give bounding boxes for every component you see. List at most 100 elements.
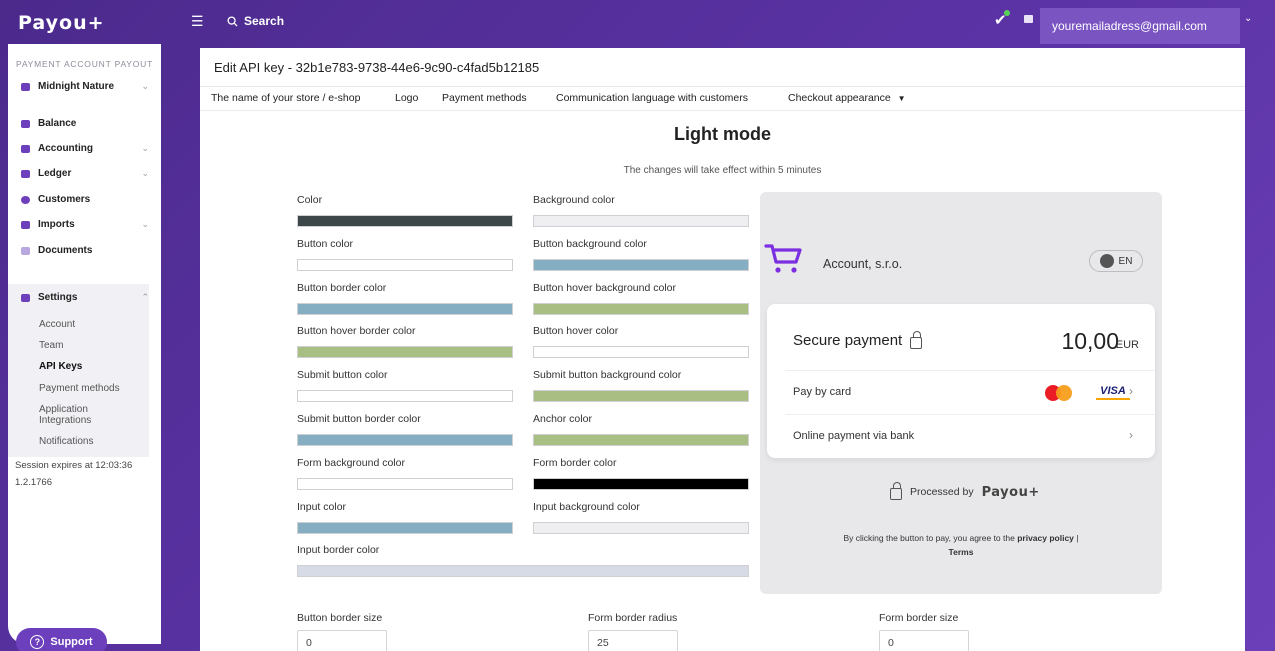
color-swatch-input[interactable] bbox=[297, 390, 513, 403]
sidebar-item-ledger[interactable]: Ledger ⌄ bbox=[21, 168, 149, 179]
customers-icon bbox=[21, 195, 30, 204]
color-field: Button color bbox=[297, 237, 513, 271]
color-swatch-input[interactable] bbox=[533, 215, 749, 227]
color-field: Button hover border color bbox=[297, 325, 513, 359]
terms-link[interactable]: Terms bbox=[949, 547, 974, 557]
color-field-label: Button background color bbox=[533, 237, 647, 250]
tab-payment-methods[interactable]: Payment methods bbox=[442, 92, 527, 104]
color-field: Button hover color bbox=[533, 325, 749, 359]
menu-icon[interactable]: ☰ bbox=[191, 13, 204, 30]
lock-icon bbox=[910, 330, 923, 349]
color-field-label: Form background color bbox=[297, 456, 405, 469]
online-bank-label: Online payment via bank bbox=[793, 430, 915, 442]
language-switcher[interactable]: EN bbox=[1089, 250, 1143, 272]
legal-prefix: By clicking the button to pay, you agree… bbox=[843, 533, 1015, 543]
sidebar-item-balance[interactable]: Balance bbox=[21, 118, 149, 129]
wallet-icon bbox=[21, 82, 30, 91]
ledger-icon bbox=[21, 169, 30, 178]
mastercard-icon bbox=[1045, 385, 1075, 401]
tab-logo[interactable]: Logo bbox=[395, 92, 418, 104]
secure-payment-label: Secure payment bbox=[793, 332, 903, 349]
color-swatch-input[interactable] bbox=[533, 346, 749, 359]
form-border-radius-label: Form border radius bbox=[588, 612, 678, 624]
lock-icon bbox=[890, 482, 902, 500]
color-field: Form border color bbox=[533, 457, 749, 490]
tab-store-name[interactable]: The name of your store / e-shop bbox=[211, 92, 360, 104]
logo[interactable]: Payou+ bbox=[18, 12, 105, 34]
user-email-menu[interactable]: youremailadress@gmail.com bbox=[1040, 8, 1240, 44]
app-version: 1.2.1766 bbox=[15, 477, 52, 488]
sidebar-item-label: Customers bbox=[38, 194, 91, 205]
chevron-down-icon[interactable]: ⌄ bbox=[1244, 13, 1252, 24]
settings-sub-application-integrations[interactable]: Application Integrations bbox=[39, 404, 119, 426]
sidebar-item-label: Imports bbox=[38, 219, 75, 230]
settings-sub-notifications[interactable]: Notifications bbox=[39, 436, 93, 447]
folder-icon bbox=[21, 246, 30, 255]
mode-subtitle: The changes will take effect within 5 mi… bbox=[623, 165, 822, 176]
color-swatch-input[interactable] bbox=[533, 521, 749, 534]
color-field-label: Button hover color bbox=[533, 325, 619, 338]
tab-communication-language[interactable]: Communication language with customers bbox=[556, 92, 748, 104]
account-switcher-label: Midnight Nature bbox=[38, 81, 115, 92]
color-field-label: Input color bbox=[297, 500, 347, 513]
cart-icon bbox=[764, 244, 802, 273]
search-button[interactable]: Search bbox=[227, 14, 284, 28]
globe-icon bbox=[1099, 254, 1114, 268]
settings-tabs: The name of your store / e-shop Logo Pay… bbox=[200, 86, 1245, 111]
sidebar-item-documents[interactable]: Documents bbox=[21, 245, 149, 256]
sidebar-item-label: Ledger bbox=[38, 168, 72, 179]
settings-sub-team[interactable]: Team bbox=[39, 340, 63, 351]
payment-card: Secure payment 10,00 EUR Pay by card VIS… bbox=[767, 304, 1155, 458]
color-swatch-input[interactable] bbox=[533, 258, 749, 271]
color-field-label: Input background color bbox=[533, 500, 640, 513]
pay-by-card-option[interactable]: Pay by card VISA › bbox=[785, 370, 1155, 414]
online-bank-option[interactable]: Online payment via bank › bbox=[785, 414, 1155, 458]
form-border-size-input[interactable]: 0 bbox=[879, 630, 969, 651]
color-swatch-input[interactable] bbox=[297, 565, 749, 578]
settings-sub-api-keys[interactable]: API Keys bbox=[39, 361, 82, 372]
support-button[interactable]: ? Support bbox=[16, 628, 107, 651]
color-field-label: Submit button background color bbox=[533, 369, 682, 382]
color-field: Button background color bbox=[533, 237, 749, 271]
privacy-policy-link[interactable]: privacy policy bbox=[1017, 533, 1074, 543]
color-field: Input border color bbox=[297, 544, 749, 578]
button-border-size-input[interactable]: 0 bbox=[297, 630, 387, 651]
color-swatch-input[interactable] bbox=[533, 477, 749, 490]
color-field-label: Button color bbox=[297, 237, 354, 250]
chevron-down-icon: ⌄ bbox=[141, 219, 149, 229]
color-swatch-input[interactable] bbox=[533, 390, 749, 403]
color-swatch-input[interactable] bbox=[297, 258, 513, 271]
settings-sub-account[interactable]: Account bbox=[39, 319, 75, 330]
color-swatch-input[interactable] bbox=[297, 521, 513, 534]
color-swatch-input[interactable] bbox=[297, 346, 513, 359]
notification-dot bbox=[1004, 10, 1010, 16]
color-swatch-input[interactable] bbox=[297, 434, 513, 446]
account-switcher[interactable]: Midnight Nature ⌄ bbox=[21, 81, 149, 92]
upload-icon bbox=[21, 220, 30, 229]
chevron-down-icon: ⌄ bbox=[141, 81, 149, 91]
sidebar-item-settings[interactable]: Settings ⌃ bbox=[21, 292, 149, 303]
settings-sub-payment-methods[interactable]: Payment methods bbox=[39, 383, 120, 394]
button-border-size-label: Button border size bbox=[297, 612, 383, 624]
color-swatch-input[interactable] bbox=[297, 477, 513, 490]
color-field: Color bbox=[297, 194, 513, 227]
color-swatch-input[interactable] bbox=[297, 215, 513, 227]
color-field-label: Anchor color bbox=[533, 413, 592, 425]
sidebar-item-imports[interactable]: Imports ⌄ bbox=[21, 219, 149, 230]
book-icon[interactable] bbox=[1024, 15, 1033, 23]
checkout-preview: Account, s.r.o. EN Secure payment 10,00 … bbox=[760, 192, 1162, 594]
color-swatch-input[interactable] bbox=[297, 302, 513, 315]
chevron-right-icon: › bbox=[1129, 384, 1133, 398]
secure-payment-heading: Secure payment bbox=[793, 330, 923, 349]
color-swatch-input[interactable] bbox=[533, 302, 749, 315]
payment-amount: 10,00 bbox=[1061, 328, 1119, 354]
color-swatch-input[interactable] bbox=[533, 434, 749, 446]
settings-icon bbox=[21, 293, 30, 302]
sidebar-item-accounting[interactable]: Accounting ⌄ bbox=[21, 143, 149, 154]
sidebar-item-customers[interactable]: Customers bbox=[21, 194, 149, 205]
processed-by: Processed by Payou+ bbox=[890, 482, 1040, 500]
sidebar-item-label: Documents bbox=[38, 245, 93, 256]
legal-separator: | bbox=[1076, 533, 1079, 543]
tab-checkout-appearance[interactable]: Checkout appearance ▼ bbox=[788, 92, 906, 104]
form-border-radius-input[interactable]: 25 bbox=[588, 630, 678, 651]
